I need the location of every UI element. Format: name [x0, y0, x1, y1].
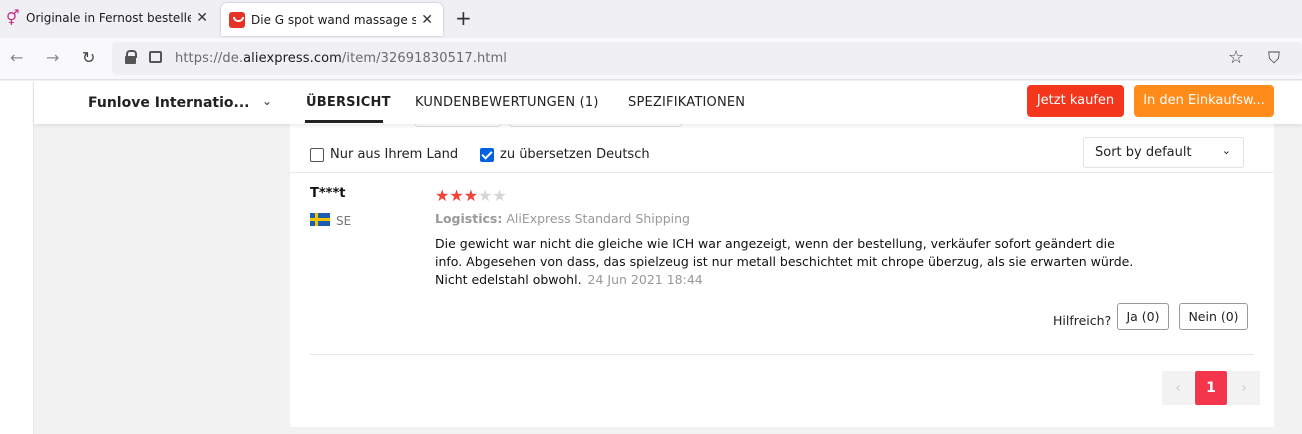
star-rating: ★★★★★: [435, 186, 507, 205]
tab-reviews[interactable]: KUNDENBEWERTUNGEN (1): [415, 95, 599, 110]
aliexpress-favicon-icon: [229, 11, 245, 28]
back-icon[interactable]: ←: [10, 48, 23, 67]
venus-favicon-icon: ⚥: [6, 9, 20, 27]
prev-page-button[interactable]: ‹: [1162, 371, 1194, 405]
review-date: 24 Jun 2021 18:44: [587, 272, 703, 287]
address-bar[interactable]: https://de.aliexpress.com/item/326918305…: [112, 42, 1302, 75]
new-tab-icon[interactable]: +: [455, 6, 472, 30]
helpful-label: Hilfreich?: [1053, 313, 1112, 328]
own-country-checkbox[interactable]: Nur aus Ihrem Land: [310, 147, 458, 162]
checkbox-unchecked[interactable]: [310, 147, 324, 162]
browser-tab-strip: ⚥ Originale in Fernost bestellen - A ✕ D…: [0, 0, 1302, 38]
translate-checkbox[interactable]: zu übersetzen Deutsch: [480, 147, 650, 162]
star-empty-icon: ★: [492, 186, 507, 205]
tab-specifications[interactable]: SPEZIFIKATIONEN: [628, 95, 745, 110]
tab-title: Die G spot wand massage stick /: [251, 12, 416, 27]
review-section: Nur aus Ihrem Land zu übersetzen Deutsch…: [290, 117, 1274, 427]
page-1-button[interactable]: 1: [1195, 371, 1227, 405]
logistics-value: AliExpress Standard Shipping: [506, 211, 690, 226]
browser-tab-2[interactable]: Die G spot wand massage stick / ✕: [221, 3, 443, 36]
sweden-flag-icon: [310, 213, 330, 226]
product-sticky-header: Funlove Internatio... ⌄ ÜBERSICHT KUNDEN…: [34, 81, 1302, 124]
review-text: Die gewicht war nicht die gleiche wie IC…: [435, 235, 1135, 289]
browser-tab-1[interactable]: ⚥ Originale in Fernost bestellen - A ✕: [0, 0, 218, 36]
sort-value: Sort by default: [1095, 145, 1192, 160]
browser-nav-bar: ← → ↻ https://de.aliexpress.com/item/326…: [0, 38, 1302, 80]
star-filled-icon: ★: [463, 186, 479, 205]
chevron-down-icon: ⌄: [1221, 144, 1231, 157]
reviewer-name: T***t: [310, 186, 346, 201]
chevron-down-icon[interactable]: ⌄: [262, 94, 272, 108]
reviewer-country: SE: [336, 214, 352, 228]
lock-icon[interactable]: [125, 50, 137, 64]
star-filled-icon: ★: [449, 186, 464, 205]
helpful-yes-button[interactable]: Ja (0): [1117, 303, 1169, 330]
divider: [310, 354, 1254, 355]
forward-icon[interactable]: →: [46, 48, 59, 67]
helpful-no-button[interactable]: Nein (0): [1179, 303, 1248, 330]
store-name[interactable]: Funlove Internatio...: [88, 95, 249, 111]
active-tab-indicator: [305, 120, 383, 123]
star-empty-icon: ★: [478, 186, 493, 205]
translate-label: zu übersetzen Deutsch: [500, 147, 650, 162]
bookmark-star-icon[interactable]: ☆: [1228, 47, 1244, 68]
review-filter-bar: Nur aus Ihrem Land zu übersetzen Deutsch…: [290, 137, 1274, 173]
page-content: Funlove Internatio... ⌄ ÜBERSICHT KUNDEN…: [0, 81, 1302, 434]
star-filled-icon: ★: [435, 186, 450, 205]
own-country-label: Nur aus Ihrem Land: [330, 147, 459, 162]
close-tab-icon[interactable]: ✕: [196, 10, 208, 26]
reload-icon[interactable]: ↻: [82, 48, 95, 67]
url-text[interactable]: https://de.aliexpress.com/item/326918305…: [175, 51, 507, 66]
checkbox-checked[interactable]: [480, 147, 494, 162]
logistics-label: Logistics:: [435, 211, 503, 226]
tab-overview[interactable]: ÜBERSICHT: [306, 95, 391, 110]
tab-title: Originale in Fernost bestellen - A: [26, 11, 191, 25]
sort-select[interactable]: Sort by default ⌄: [1083, 137, 1244, 168]
logistics-info: Logistics: AliExpress Standard Shipping: [435, 211, 690, 226]
shield-icon[interactable]: ⛉: [1268, 48, 1280, 68]
add-to-cart-button[interactable]: In den Einkaufsw...: [1134, 85, 1274, 117]
page-info-icon[interactable]: [149, 51, 162, 63]
close-tab-icon[interactable]: ✕: [421, 12, 433, 28]
next-page-button[interactable]: ›: [1228, 371, 1260, 405]
review-body: Die gewicht war nicht die gleiche wie IC…: [435, 236, 1134, 287]
left-rail: [0, 81, 34, 434]
buy-now-button[interactable]: Jetzt kaufen: [1027, 85, 1124, 117]
